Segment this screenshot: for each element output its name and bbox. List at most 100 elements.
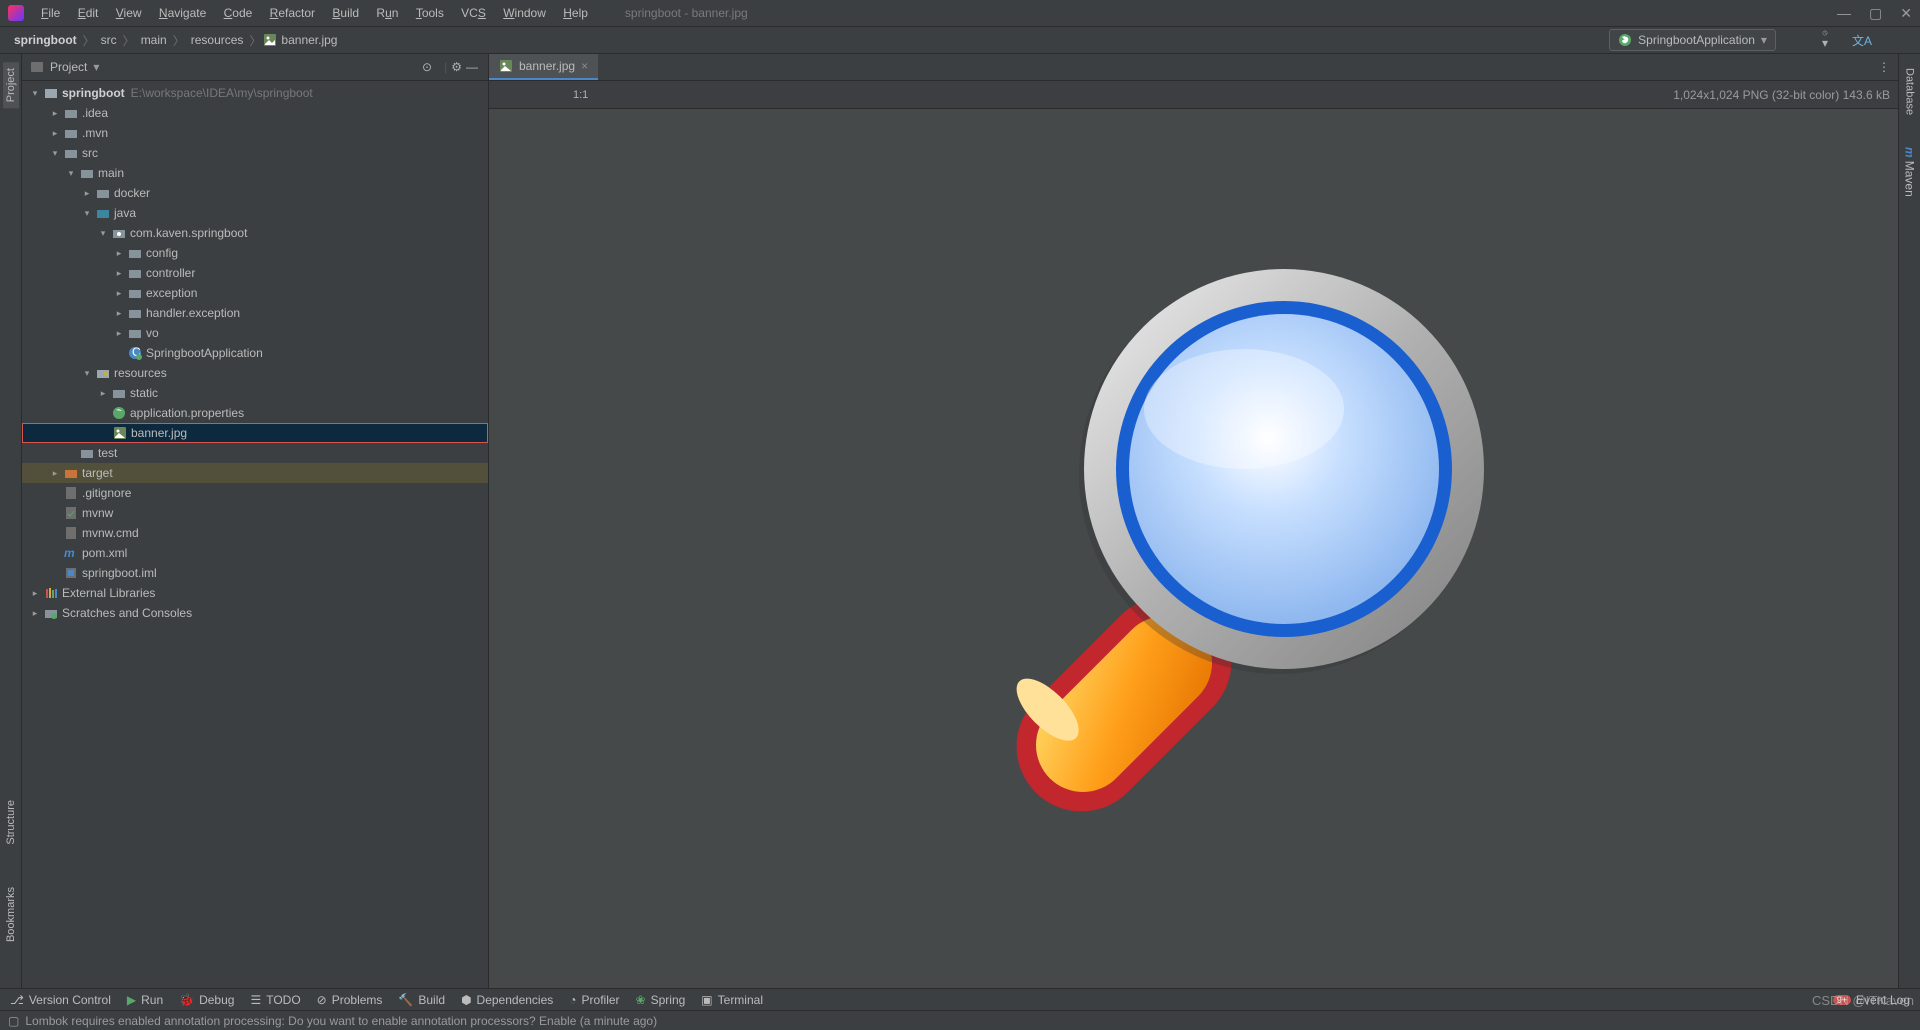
debug-button[interactable] xyxy=(1796,38,1800,42)
menu-navigate[interactable]: Navigate xyxy=(152,2,213,24)
tool-tab-bookmarks[interactable]: Bookmarks xyxy=(3,881,19,948)
tree-root[interactable]: ▾springbootE:\workspace\IDEA\my\springbo… xyxy=(22,83,488,103)
tree-node-mvnw[interactable]: mvnw xyxy=(22,503,488,523)
terminal-icon: ▣ xyxy=(701,993,712,1007)
fullscreen-icon[interactable] xyxy=(497,93,501,97)
more-icon[interactable]: ⋮ xyxy=(1870,60,1898,74)
image-viewport[interactable] xyxy=(489,109,1898,988)
run-config-label: SpringbootApplication xyxy=(1638,33,1755,47)
tree-node-config[interactable]: ▸config xyxy=(22,243,488,263)
grid-icon[interactable] xyxy=(511,93,515,97)
menu-vcs[interactable]: VCS xyxy=(454,2,493,24)
close-button[interactable]: ✕ xyxy=(1900,5,1912,22)
breadcrumb[interactable]: springboot xyxy=(10,31,81,49)
background-icon[interactable] xyxy=(600,93,604,97)
tool-tab-profiler[interactable]: ◔Profiler xyxy=(569,993,619,1007)
zoom-out-icon[interactable] xyxy=(557,93,561,97)
tool-tab-debug[interactable]: 🐞Debug xyxy=(179,993,234,1007)
status-message[interactable]: Lombok requires enabled annotation proce… xyxy=(25,1014,657,1028)
breadcrumb[interactable]: banner.jpg xyxy=(277,31,341,49)
tree-node-handler[interactable]: ▸handler.exception xyxy=(22,303,488,323)
add-user-icon[interactable]: ▾ xyxy=(1585,38,1589,42)
tree-node-controller[interactable]: ▸controller xyxy=(22,263,488,283)
menu-tools[interactable]: Tools xyxy=(409,2,451,24)
editor-tab-banner[interactable]: banner.jpg × xyxy=(489,54,598,80)
menu-view[interactable]: View xyxy=(109,2,149,24)
breadcrumb[interactable]: main xyxy=(137,31,171,49)
menu-code[interactable]: Code xyxy=(217,2,260,24)
build-hammer-icon[interactable] xyxy=(1597,38,1601,42)
project-tree[interactable]: ▾springbootE:\workspace\IDEA\my\springbo… xyxy=(22,81,488,988)
image-file-icon xyxy=(263,33,277,47)
watermark: CSDN @ITKaven xyxy=(1812,993,1914,1008)
zoom-actual-icon[interactable]: 1:1 xyxy=(571,87,590,103)
codewithme-icon[interactable] xyxy=(1906,38,1910,42)
tree-node-resources[interactable]: ▾resources xyxy=(22,363,488,383)
branch-icon: ⎇ xyxy=(10,993,24,1007)
menu-build[interactable]: Build xyxy=(325,2,366,24)
tree-node-main[interactable]: ▾main xyxy=(22,163,488,183)
tool-tab-spring[interactable]: ❀Spring xyxy=(636,993,686,1007)
tool-tab-vcs[interactable]: ⎇Version Control xyxy=(10,993,111,1007)
tree-node-app[interactable]: CSpringbootApplication xyxy=(22,343,488,363)
tool-tab-structure[interactable]: Structure xyxy=(3,794,19,851)
tool-tab-maven[interactable]: m Maven xyxy=(1901,141,1919,203)
tree-node-banner[interactable]: banner.jpg xyxy=(22,423,488,443)
maximize-button[interactable]: ▢ xyxy=(1869,5,1882,22)
stop-button[interactable] xyxy=(1838,38,1842,42)
tree-node-appprops[interactable]: application.properties xyxy=(22,403,488,423)
tree-node-vo[interactable]: ▸vo xyxy=(22,323,488,343)
tool-tab-build[interactable]: 🔨Build xyxy=(398,993,445,1007)
tool-tab-todo[interactable]: ☰TODO xyxy=(250,993,300,1007)
tool-tab-deps[interactable]: ⬢Dependencies xyxy=(461,993,553,1007)
minimize-panel-icon[interactable]: — xyxy=(464,58,480,76)
project-panel: Project ▾ ⊙ | ⚙ — ▾springbootE:\workspac… xyxy=(22,54,489,988)
profiler-button[interactable]: ▾ xyxy=(1820,28,1830,52)
tree-node-extlib[interactable]: ▸External Libraries xyxy=(22,583,488,603)
tool-tab-run[interactable]: ▶Run xyxy=(127,993,163,1007)
tool-tab-problems[interactable]: ⊘Problems xyxy=(317,993,383,1007)
tree-node-static[interactable]: ▸static xyxy=(22,383,488,403)
tree-node-gitignore[interactable]: .gitignore xyxy=(22,483,488,503)
minimize-button[interactable]: — xyxy=(1837,5,1851,22)
run-button[interactable] xyxy=(1784,38,1788,42)
menu-edit[interactable]: Edit xyxy=(71,2,106,24)
tree-node-mvn[interactable]: ▸.mvn xyxy=(22,123,488,143)
menu-help[interactable]: Help xyxy=(556,2,595,24)
search-icon[interactable] xyxy=(1882,38,1886,42)
menu-refactor[interactable]: Refactor xyxy=(263,2,322,24)
tree-node-mvnwcmd[interactable]: mvnw.cmd xyxy=(22,523,488,543)
tree-node-docker[interactable]: ▸docker xyxy=(22,183,488,203)
coverage-button[interactable] xyxy=(1808,38,1812,42)
image-file-icon xyxy=(499,59,513,73)
menu-run[interactable]: Run xyxy=(369,2,405,24)
zoom-in-icon[interactable] xyxy=(543,93,547,97)
tree-node-iml[interactable]: springboot.iml xyxy=(22,563,488,583)
gear-icon[interactable]: ⚙ xyxy=(449,58,464,76)
tree-node-pom[interactable]: mpom.xml xyxy=(22,543,488,563)
menu-window[interactable]: Window xyxy=(496,2,553,24)
chevron-down-icon[interactable]: ▾ xyxy=(93,60,99,74)
tree-node-src[interactable]: ▾src xyxy=(22,143,488,163)
close-icon[interactable]: × xyxy=(581,59,588,73)
breadcrumb[interactable]: src xyxy=(97,31,121,49)
tool-tab-project[interactable]: Project xyxy=(3,62,19,108)
tool-tab-terminal[interactable]: ▣Terminal xyxy=(701,993,763,1007)
run-config-selector[interactable]: SpringbootApplication ▾ xyxy=(1609,29,1776,51)
select-opened-icon[interactable]: ⊙ xyxy=(420,58,434,76)
tool-tab-database[interactable]: Database xyxy=(1902,62,1918,121)
statusbar-icon[interactable]: ▢ xyxy=(8,1014,19,1028)
tree-node-idea[interactable]: ▸.idea xyxy=(22,103,488,123)
tree-node-scratch[interactable]: ▸Scratches and Consoles xyxy=(22,603,488,623)
tree-node-target[interactable]: ▸target xyxy=(22,463,488,483)
tree-node-test[interactable]: test xyxy=(22,443,488,463)
breadcrumb[interactable]: resources xyxy=(187,31,248,49)
ide-update-icon[interactable] xyxy=(1894,38,1898,42)
menu-file[interactable]: File xyxy=(34,2,67,24)
tree-node-java[interactable]: ▾java xyxy=(22,203,488,223)
translate-icon[interactable]: 文A xyxy=(1850,30,1874,51)
color-picker-icon[interactable] xyxy=(614,93,618,97)
profiler-icon: ◔ xyxy=(569,993,576,1007)
tree-node-exception[interactable]: ▸exception xyxy=(22,283,488,303)
tree-node-package[interactable]: ▾com.kaven.springboot xyxy=(22,223,488,243)
